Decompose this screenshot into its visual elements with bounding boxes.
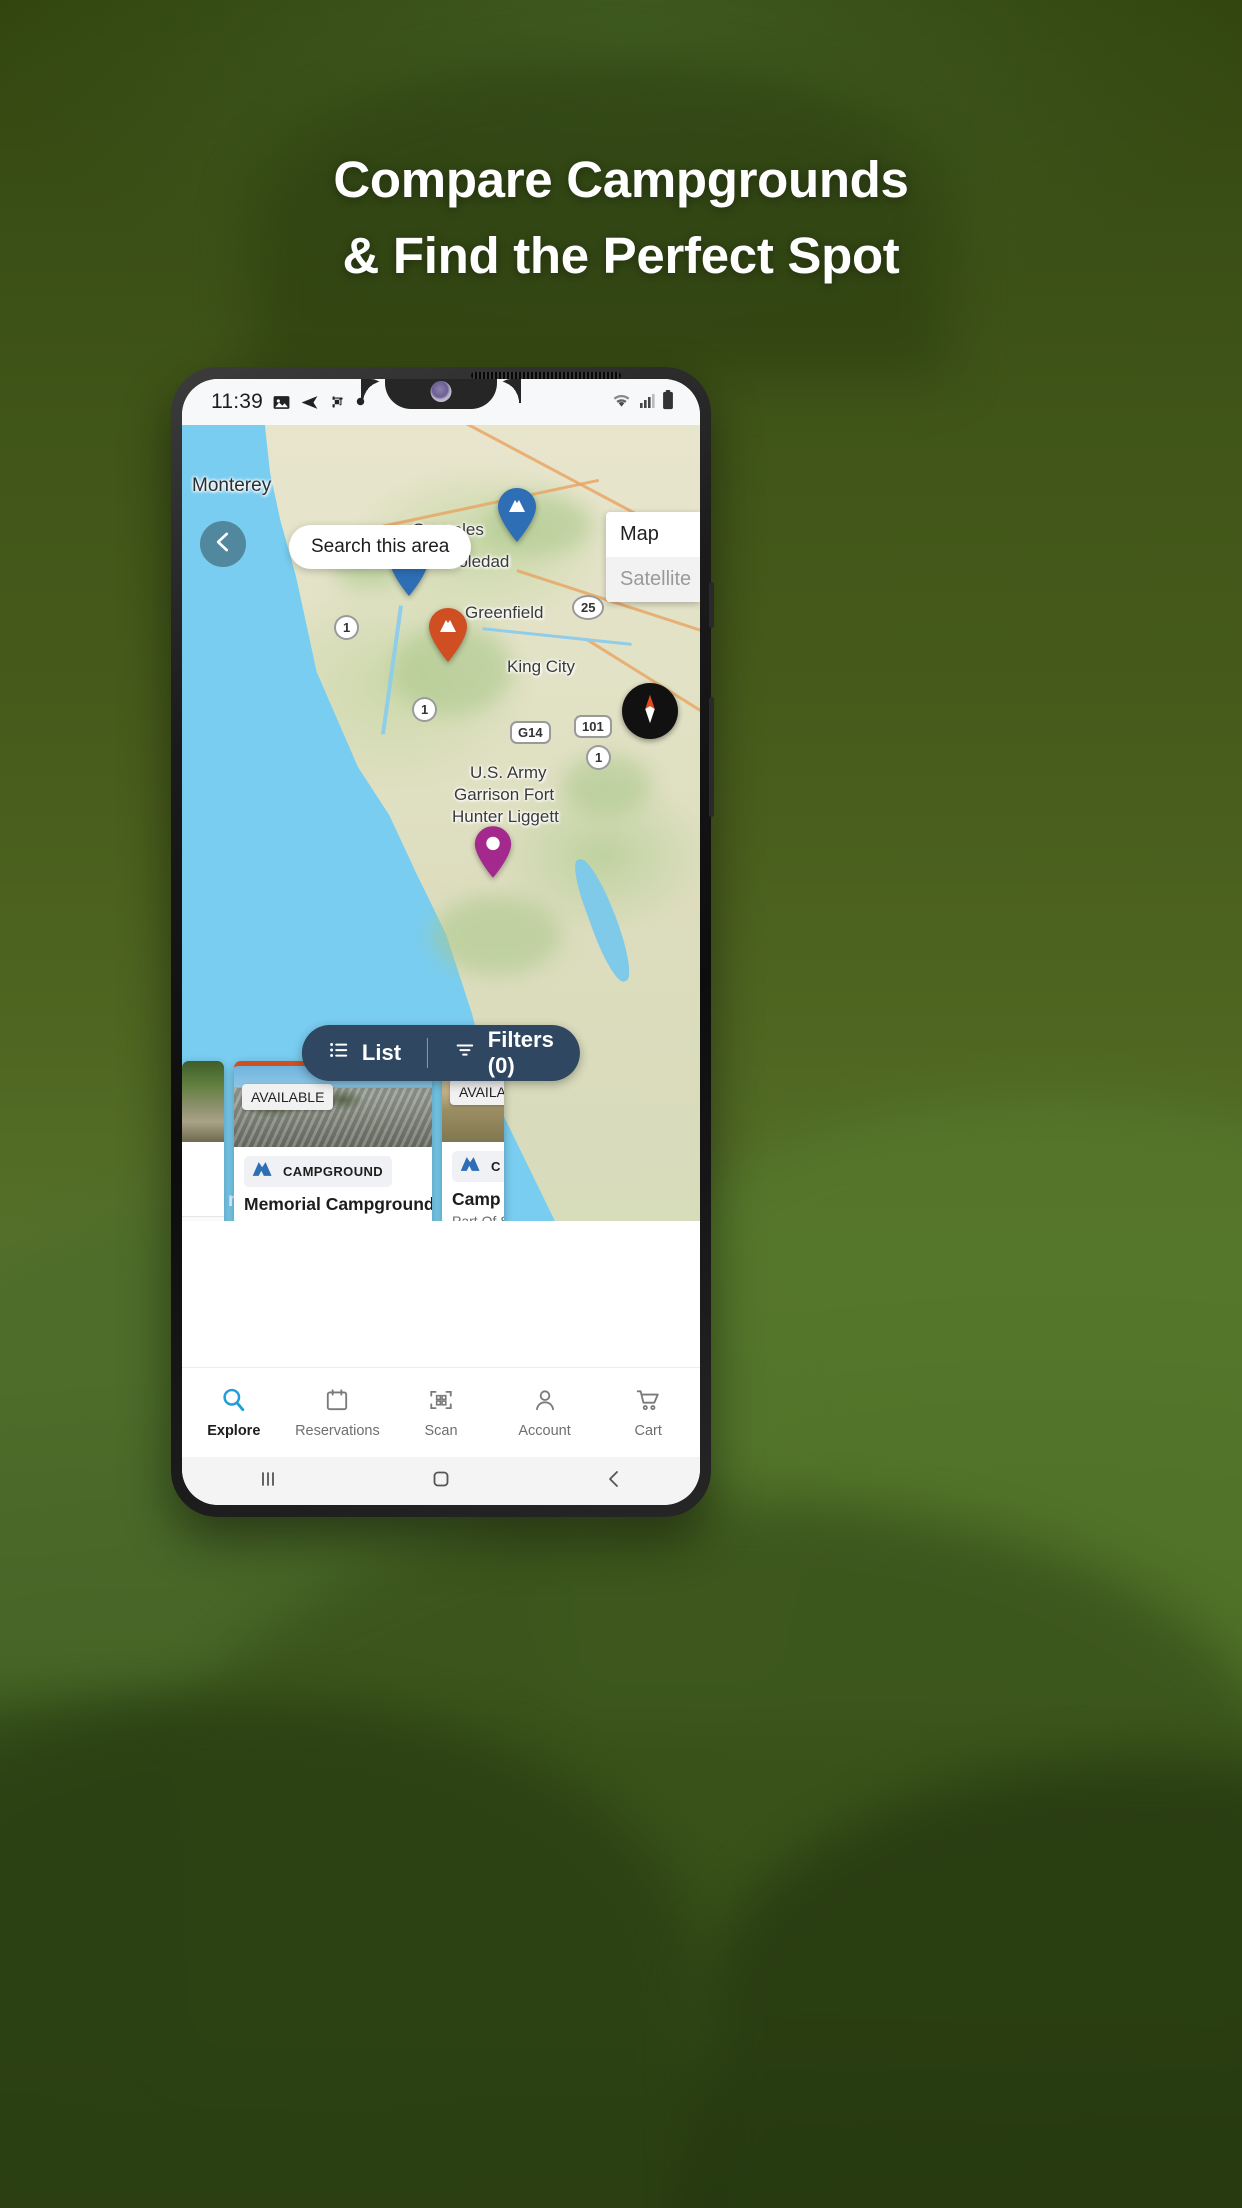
card-footer: 0 / night	[182, 1216, 224, 1221]
card-body: CAMPGROUND Memorial Campground Part Of L…	[234, 1147, 432, 1221]
promo-headline: Compare Campgrounds & Find the Perfect S…	[0, 142, 1242, 294]
back-icon[interactable]	[602, 1467, 626, 1496]
list-button-label: List	[361, 1040, 402, 1065]
status-time: 11:39	[211, 390, 263, 413]
back-button[interactable]	[200, 521, 246, 567]
battery-icon	[662, 389, 674, 415]
map-label-garrison-fort: Garrison Fort	[454, 785, 555, 804]
compass-button[interactable]	[622, 683, 678, 739]
card-title: Camp 9	[452, 1189, 504, 1209]
campground-pin[interactable]	[495, 487, 539, 543]
map-forest-area	[432, 895, 562, 975]
cart-icon	[635, 1389, 661, 1417]
person-icon	[532, 1389, 558, 1417]
card-subtitle: Part Of Se	[452, 1213, 504, 1221]
route-shield: 1	[586, 745, 612, 770]
route-shield: 101	[574, 715, 612, 738]
back-chevron-icon	[210, 529, 236, 560]
calendar-icon	[324, 1388, 350, 1417]
map-label-hunter-liggett: Hunter Liggett	[452, 807, 559, 826]
status-bar-left: 11:39	[182, 390, 375, 414]
route-shield: 1	[334, 615, 360, 640]
card-title: Memorial Campground	[244, 1194, 432, 1214]
availability-badge: AVAILA	[450, 1079, 504, 1105]
search-this-area-button[interactable]: Search this area	[289, 525, 472, 569]
phone-side-button	[709, 582, 714, 628]
map-label-king-city: King City	[507, 657, 576, 676]
compass-needle-icon	[631, 690, 669, 733]
slack-icon	[328, 393, 347, 412]
tent-icon	[251, 1161, 275, 1182]
camera-notch	[385, 379, 497, 409]
notch-corner-right	[497, 379, 521, 403]
nav-label-account: Account	[518, 1422, 571, 1439]
filter-icon	[454, 1039, 476, 1067]
status-bar-right	[611, 389, 700, 415]
filters-button[interactable]: Filters (0)	[428, 1027, 580, 1079]
map-label-greenfield: Greenfield	[465, 603, 544, 622]
campground-card-carousel[interactable]: 0 / night AVAILABLE	[182, 1061, 700, 1221]
bg-hill	[700, 1760, 1242, 2208]
trail-photo	[182, 1061, 224, 1142]
headline-line-1: Compare Campgrounds	[333, 151, 909, 208]
nav-item-account[interactable]: Account	[493, 1387, 597, 1439]
card-photo	[182, 1061, 224, 1142]
recents-icon[interactable]	[256, 1467, 280, 1496]
send-icon	[300, 393, 319, 412]
bottom-navigation-bar: Explore Reservations Scan Account Cart	[182, 1367, 700, 1457]
route-shield: 1	[412, 697, 438, 722]
qr-scan-icon	[428, 1390, 454, 1417]
card-type-chip: CAMPGROUND	[244, 1156, 393, 1187]
headline-line-2: & Find the Perfect Spot	[342, 227, 900, 284]
list-button[interactable]: List	[302, 1039, 427, 1067]
map-label-us-army: U.S. Army	[470, 763, 547, 782]
promo-screenshot: Compare Campgrounds & Find the Perfect S…	[0, 0, 1242, 2208]
card-body: C Camp 9 Part Of Se	[442, 1142, 504, 1221]
layer-option-map[interactable]: Map	[606, 512, 700, 557]
nav-item-scan[interactable]: Scan	[389, 1387, 493, 1439]
photo-icon	[272, 393, 291, 412]
search-icon	[220, 1388, 247, 1417]
cellular-signal-icon	[639, 392, 655, 413]
home-icon[interactable]	[429, 1467, 453, 1496]
tent-icon	[459, 1156, 483, 1177]
nav-label-cart: Cart	[634, 1422, 662, 1439]
bg-hill	[180, 1500, 1242, 2060]
status-bar: 11:39	[182, 379, 700, 425]
bg-hill	[0, 1700, 700, 2208]
list-icon	[328, 1039, 350, 1067]
nav-label-scan: Scan	[424, 1422, 458, 1439]
phone-device-frame: 11:39 Monterey Soledad Greenfield King C…	[171, 367, 714, 1517]
map-view[interactable]: Monterey Gonzales Soledad Greenfield Kin…	[182, 425, 700, 1221]
nav-item-reservations[interactable]: Reservations	[286, 1387, 390, 1439]
map-action-bar: List Filters (0)	[301, 1025, 581, 1081]
campground-pin-selected[interactable]	[426, 607, 470, 663]
card-subtitle: Part Of Los Padres National Forest	[244, 1218, 432, 1221]
card-type-label: CAMPGROUND	[283, 1164, 384, 1179]
phone-screen: 11:39 Monterey Soledad Greenfield King C…	[182, 379, 700, 1505]
availability-badge: AVAILABLE	[242, 1084, 334, 1110]
campground-card-previous[interactable]: 0 / night	[182, 1061, 224, 1221]
phone-volume-button	[709, 697, 714, 817]
filters-button-label: Filters (0)	[487, 1027, 554, 1078]
nav-label-explore: Explore	[207, 1423, 261, 1439]
route-shield: G14	[510, 721, 551, 744]
map-layer-toggle[interactable]: Map Satellite	[606, 512, 700, 602]
campground-card-camp9[interactable]: AVAILA C Camp 9	[442, 1061, 504, 1221]
card-body	[182, 1142, 224, 1208]
nav-label-reservations: Reservations	[295, 1422, 380, 1439]
nav-item-cart[interactable]: Cart	[596, 1387, 700, 1439]
card-type-label: C	[491, 1159, 501, 1174]
notch-corner-left	[361, 379, 385, 403]
active-location-pin[interactable]	[472, 825, 516, 878]
wifi-icon	[611, 391, 632, 414]
layer-option-satellite[interactable]: Satellite	[606, 557, 700, 602]
android-system-navigation	[182, 1457, 700, 1505]
nav-item-explore[interactable]: Explore	[182, 1386, 286, 1439]
card-type-chip: C	[452, 1151, 504, 1182]
campground-card-memorial[interactable]: AVAILABLE CAMPGROUND Memorial Campground	[234, 1061, 432, 1221]
map-label-monterey: Monterey	[192, 475, 272, 496]
